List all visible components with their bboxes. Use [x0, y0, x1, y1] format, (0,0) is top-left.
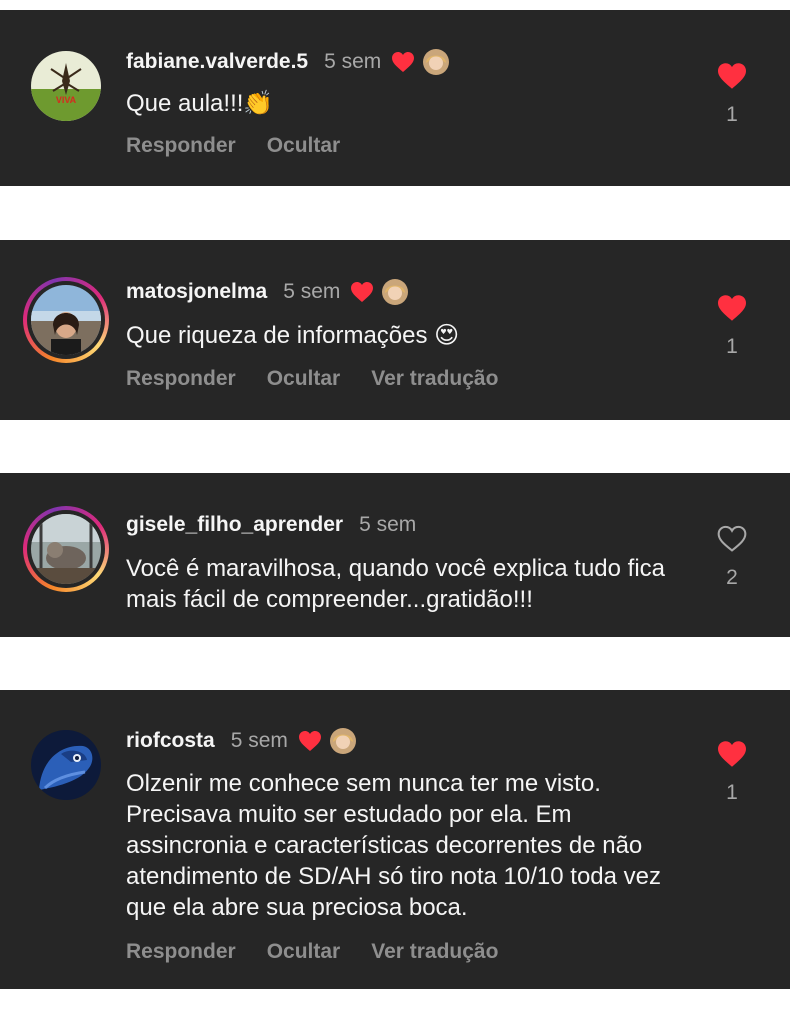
comment-card: VIVA fabiane.valverde.5 5 sem Que aula!!… — [0, 10, 790, 186]
comment-header: fabiane.valverde.5 5 sem — [126, 48, 450, 76]
creator-liked-heart-icon — [391, 51, 415, 73]
comment-text: Você é maravilhosa, quando você explica … — [126, 555, 666, 613]
like-count: 1 — [726, 335, 738, 358]
avatar[interactable]: VIVA — [23, 47, 109, 133]
like-count: 2 — [726, 566, 738, 589]
creator-liked-heart-icon — [350, 281, 374, 303]
avatar-story-ring[interactable] — [23, 506, 109, 592]
translate-button[interactable]: Ver tradução — [371, 940, 498, 964]
like-count: 1 — [726, 103, 738, 126]
heart-filled-icon[interactable] — [716, 63, 748, 94]
like-control[interactable]: 2 — [712, 525, 752, 590]
avatar-image — [31, 285, 101, 355]
avatar-story-ring[interactable] — [23, 277, 109, 363]
comment-card: matosjonelma 5 sem Que riqueza de inform… — [0, 240, 790, 420]
heart-filled-icon[interactable] — [716, 295, 748, 326]
creator-avatar — [423, 49, 450, 75]
comment-actions: Responder Ocultar Ver tradução — [126, 367, 498, 391]
avatar-image — [31, 730, 101, 800]
comment-header: riofcosta 5 sem — [126, 727, 356, 755]
avatar[interactable] — [23, 726, 109, 812]
translate-button[interactable]: Ver tradução — [371, 367, 498, 391]
like-control[interactable]: 1 — [712, 62, 752, 127]
username[interactable]: gisele_filho_aprender — [126, 513, 343, 537]
comment-actions: Responder Ocultar Ver tradução — [126, 940, 498, 964]
heart-outline-icon[interactable] — [716, 525, 748, 557]
comment-actions: Responder Ocultar — [126, 134, 340, 158]
hide-button[interactable]: Ocultar — [267, 940, 341, 964]
comment-text: Olzenir me conhece sem nunca ter me vist… — [126, 770, 661, 921]
username[interactable]: riofcosta — [126, 729, 215, 753]
hide-button[interactable]: Ocultar — [267, 134, 341, 158]
like-control[interactable]: 1 — [712, 740, 752, 805]
comment-card: gisele_filho_aprender 5 sem Você é marav… — [0, 473, 790, 637]
reply-button[interactable]: Responder — [126, 367, 236, 391]
timestamp: 5 sem — [283, 280, 341, 303]
like-control[interactable]: 1 — [712, 294, 752, 359]
timestamp: 5 sem — [324, 50, 382, 73]
comment-card: riofcosta 5 sem Olzenir me conhece sem n… — [0, 690, 790, 989]
hide-button[interactable]: Ocultar — [267, 367, 341, 391]
comment-text: Que riqueza de informações 😍 — [126, 322, 460, 349]
username[interactable]: fabiane.valverde.5 — [126, 50, 308, 74]
like-count: 1 — [726, 781, 738, 804]
timestamp: 5 sem — [230, 729, 288, 752]
avatar-image — [31, 514, 101, 584]
timestamp: 5 sem — [359, 513, 417, 536]
creator-avatar — [382, 279, 409, 305]
creator-avatar — [329, 728, 356, 754]
username[interactable]: matosjonelma — [126, 280, 267, 304]
comment-header: gisele_filho_aprender 5 sem — [126, 511, 416, 539]
comment-text: Que aula!!!👏 — [126, 90, 274, 117]
reply-button[interactable]: Responder — [126, 134, 236, 158]
comment-header: matosjonelma 5 sem — [126, 278, 409, 306]
creator-liked-heart-icon — [298, 730, 322, 752]
avatar-image: VIVA — [31, 51, 101, 121]
heart-filled-icon[interactable] — [716, 741, 748, 772]
reply-button[interactable]: Responder — [126, 940, 236, 964]
svg-text:VIVA: VIVA — [56, 95, 77, 105]
